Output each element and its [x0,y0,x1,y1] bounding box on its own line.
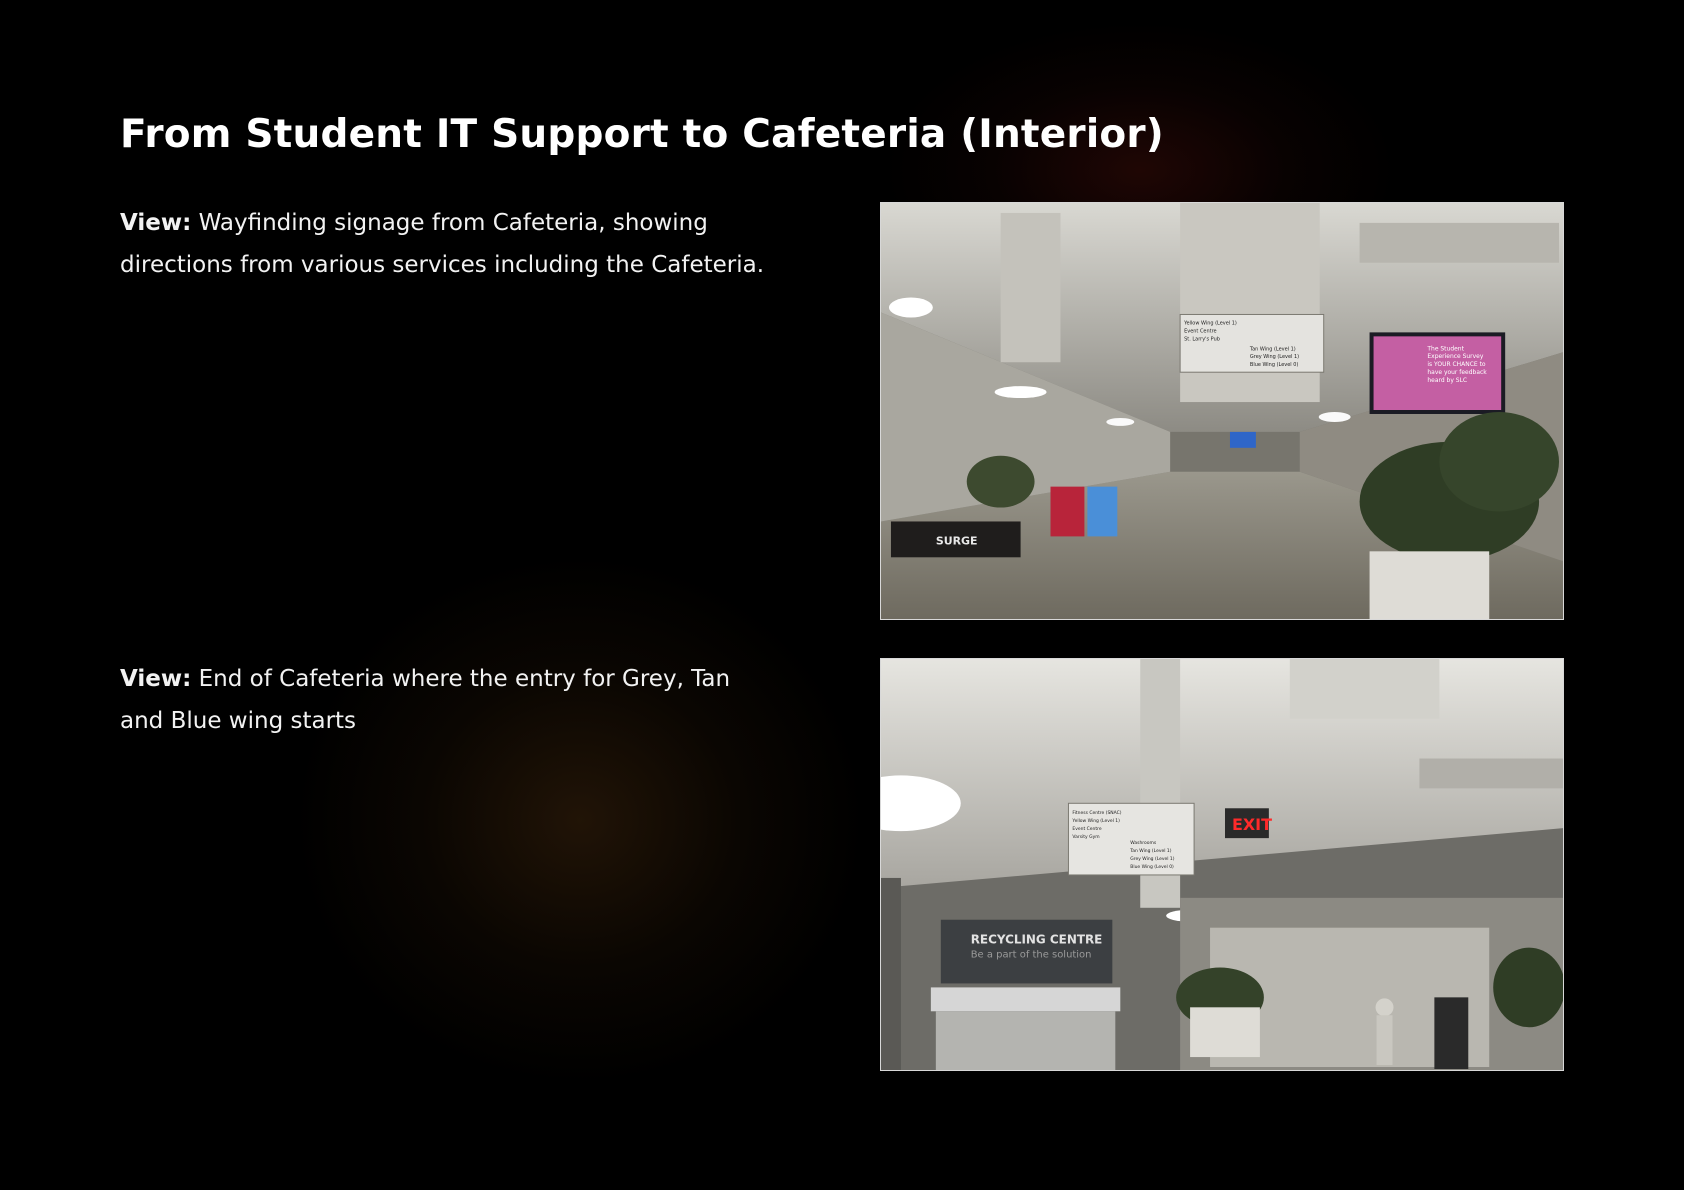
screen-line: is YOUR CHANCE to [1427,361,1486,368]
slide-title: From Student IT Support to Cafeteria (In… [120,112,1164,157]
sign-line: Fitness Centre (SNAC) [1072,810,1121,816]
sign-line: Yellow Wing (Level 1) [1071,818,1120,824]
sign-line: Event Centre [1072,826,1101,832]
sign-line: Washrooms [1130,840,1157,846]
sign-line: St. Larry's Pub [1184,336,1220,342]
sign-line: Event Centre [1184,328,1216,334]
sign-line: Grey Wing (Level 1) [1130,856,1175,862]
exit-sign: EXIT [1232,815,1272,834]
screen-line: heard by SLC [1427,377,1467,384]
screen-line: Experience Survey [1427,353,1483,360]
sign-line: Yellow Wing (Level 1) [1183,320,1237,326]
cafeteria-end-photo: Fitness Centre (SNAC) Yellow Wing (Level… [880,658,1564,1071]
recycling-title: RECYCLING CENTRE [971,933,1103,947]
screen-line: have your feedback [1427,369,1487,376]
view-label: View: [120,210,192,236]
view-description: End of Cafeteria where the entry for Gre… [120,666,731,734]
background-glow-amber [300,560,860,1080]
view-caption-2: View: End of Cafeteria where the entry f… [120,658,780,742]
cafeteria-wayfinding-photo: Yellow Wing (Level 1) Event Centre St. L… [880,202,1564,620]
sign-line: Blue Wing (Level 0) [1130,864,1174,870]
sign-line: Tan Wing (Level 1) [1249,346,1296,352]
photo-illustration: Fitness Centre (SNAC) Yellow Wing (Level… [881,659,1563,1070]
screen-line: The Student [1426,345,1464,352]
view-description: Wayfinding signage from Cafeteria, showi… [120,210,765,278]
counter-text: SURGE [936,534,978,547]
sign-line: Blue Wing (Level 0) [1250,362,1298,368]
sign-line: Tan Wing (Level 1) [1129,848,1171,854]
view-label: View: [120,666,192,692]
sign-line: Grey Wing (Level 1) [1250,354,1299,360]
photo-illustration: Yellow Wing (Level 1) Event Centre St. L… [881,203,1563,619]
view-caption-1: View: Wayfinding signage from Cafeteria,… [120,202,780,286]
sign-line: Varsity Gym [1072,834,1099,840]
recycling-subtitle: Be a part of the solution [971,950,1092,961]
